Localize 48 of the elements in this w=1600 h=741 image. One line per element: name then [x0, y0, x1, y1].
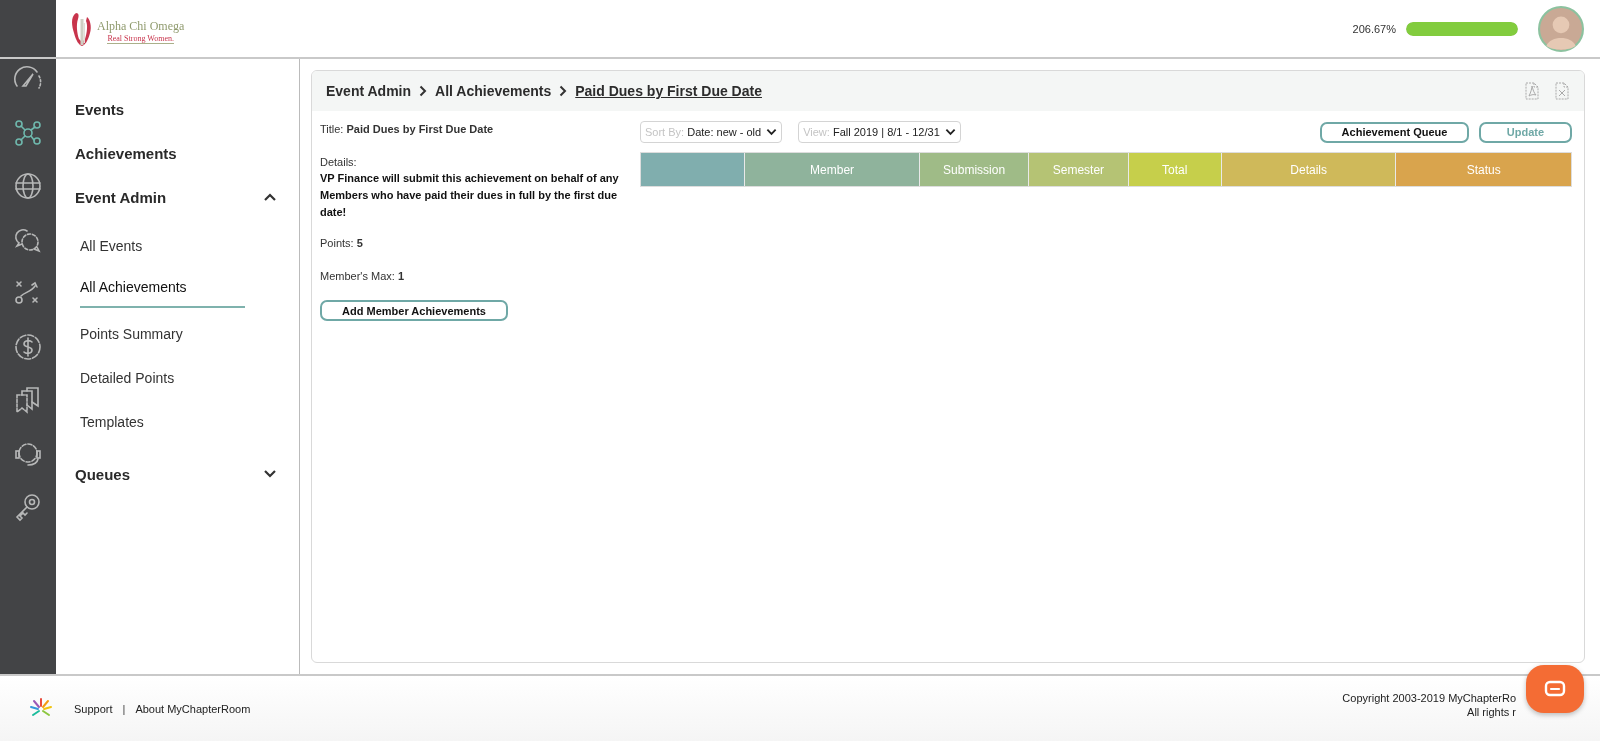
logo-tagline: Real Strong Women. [107, 34, 174, 44]
breadcrumb-link[interactable]: Paid Dues by First Due Date [575, 83, 762, 99]
nav-item[interactable]: Points Summary [80, 312, 245, 356]
nav-link[interactable]: Achievements [75, 131, 277, 175]
footer-link[interactable]: Support [74, 702, 113, 715]
title-text: Title: Paid Dues by First Due Date [320, 122, 495, 137]
breadcrumb-link[interactable]: All Achievements [435, 83, 552, 99]
key-icon[interactable] [13, 492, 43, 522]
column-header: Status [1395, 153, 1571, 186]
chat-icon [1544, 680, 1566, 698]
caret-icon [944, 128, 956, 136]
nav-item[interactable]: All Achievements [80, 268, 245, 308]
view-dropdown[interactable]: View: Fall 2019 | 8/1 - 12/31 [798, 121, 961, 143]
column-header: Details [1220, 153, 1396, 186]
column-header: Member [744, 153, 919, 186]
queue-button[interactable]: Achievement Queue [1320, 121, 1469, 143]
network-icon[interactable] [13, 117, 43, 148]
caret-icon[interactable] [263, 192, 277, 202]
progress-reading: 206.67% [1352, 22, 1396, 35]
caret-icon [766, 128, 778, 136]
add-achievements-button[interactable]: Add Member Achievements [320, 300, 508, 321]
details-text: VP Finance will submit this achievement on behalf of any Members who have paid their dues in full by the first due date! [320, 171, 620, 220]
nav-section[interactable]: Event Admin [75, 175, 277, 219]
globe-icon[interactable] [13, 171, 43, 201]
column-header: Submission [918, 153, 1029, 186]
nav-item[interactable]: Templates [80, 400, 245, 444]
points-text: Points: 5 [320, 236, 364, 251]
nav-link[interactable]: Events [75, 87, 277, 131]
dollar-icon[interactable] [13, 331, 43, 362]
sort-dropdown[interactable]: Sort By: Date: new - old [640, 121, 783, 143]
max-text: Member's Max: 1 [320, 268, 406, 284]
details-label: Details: [320, 154, 358, 170]
rights-text: All rights r [1467, 704, 1516, 719]
breadcrumb-link[interactable]: Event Admin [326, 83, 412, 99]
logo-name: Alpha Chi Omega [97, 19, 185, 34]
nav-rail [0, 0, 56, 57]
caret-icon[interactable] [263, 469, 277, 479]
column-header: Semester [1028, 153, 1128, 186]
nav-item[interactable]: Detailed Points [80, 356, 245, 400]
nav-item[interactable]: All Events [80, 224, 245, 268]
footer-link[interactable]: About MyChapterRoom [135, 702, 251, 715]
chat-button[interactable] [1526, 665, 1584, 713]
footer-separator: | [122, 702, 126, 715]
chevron-icon [419, 85, 428, 97]
column-header: Total [1127, 153, 1221, 186]
nav-section[interactable]: Queues [75, 452, 277, 496]
copyright-text: Copyright 2003-2019 MyChapterRo [1342, 690, 1516, 705]
chevron-icon [559, 85, 568, 97]
